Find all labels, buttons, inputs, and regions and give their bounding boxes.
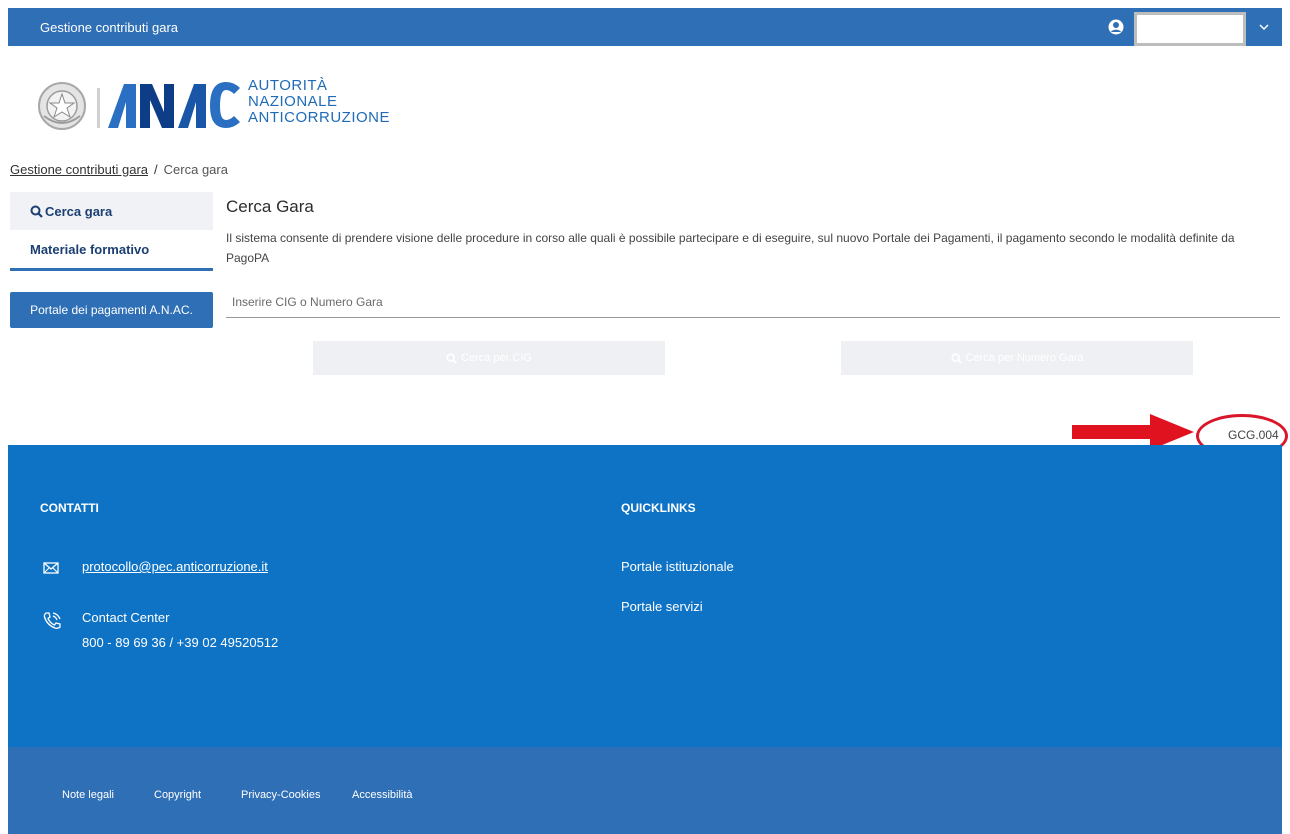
footer-quicklinks-title: QUICKLINKS: [621, 501, 696, 515]
footer-link-note-legali[interactable]: Note legali: [62, 789, 114, 801]
breadcrumb-root-link[interactable]: Gestione contributi gara: [10, 162, 148, 177]
mail-icon: [43, 562, 59, 574]
footer-contact-center: Contact Center: [82, 610, 170, 625]
portale-pagamenti-button[interactable]: Portale dei pagamenti A.N.AC.: [10, 292, 213, 328]
logo-line-2: NAZIONALE: [248, 93, 338, 110]
page-description: Il sistema consente di prendere visione …: [226, 231, 1235, 265]
chevron-down-icon[interactable]: [1258, 21, 1270, 33]
footer-link-copyright[interactable]: Copyright: [154, 789, 201, 801]
sidebar-menu: Cerca gara Materiale formativo: [10, 192, 213, 271]
footer-email-link[interactable]: protocollo@pec.anticorruzione.it: [82, 559, 268, 574]
sidebar-item-label: Cerca gara: [45, 203, 113, 219]
button-label: Cerca per Numero Gara: [965, 352, 1084, 364]
footer-link-portale-istituzionale[interactable]: Portale istituzionale: [621, 559, 734, 574]
search-input[interactable]: [226, 286, 1280, 318]
cerca-per-cig-button[interactable]: Cerca per CIG: [313, 341, 665, 375]
search-icon: [30, 205, 43, 218]
user-menu-button[interactable]: [1134, 12, 1246, 46]
anac-logo[interactable]: AUTORITÀ NAZIONALE ANTICORRUZIONE: [36, 72, 456, 142]
footer-link-privacy-cookies[interactable]: Privacy-Cookies: [241, 789, 320, 801]
footer-bottom-bar: Note legali Copyright Privacy-Cookies Ac…: [8, 747, 1282, 834]
anac-text: AUTORITÀ NAZIONALE ANTICORRUZIONE: [248, 78, 390, 126]
sidebar-item-label: Materiale formativo: [30, 241, 150, 257]
button-label: Cerca per CIG: [461, 352, 532, 364]
page-code: GCG.004: [1228, 428, 1279, 442]
logo-line-1: AUTORITÀ: [248, 77, 328, 94]
footer-link-accessibilita[interactable]: Accessibilità: [352, 789, 413, 801]
user-circle-icon[interactable]: [1108, 19, 1124, 35]
logo-line-3: ANTICORRUZIONE: [248, 109, 390, 126]
top-bar: Gestione contributi gara: [8, 8, 1282, 46]
app-title[interactable]: Gestione contributi gara: [40, 20, 178, 35]
anac-wordmark-icon: [108, 82, 240, 128]
search-icon: [446, 352, 457, 364]
footer-link-portale-servizi[interactable]: Portale servizi: [621, 599, 703, 614]
sidebar-item-materiale-formativo[interactable]: Materiale formativo: [10, 230, 213, 268]
breadcrumb: Gestione contributi gara / Cerca gara: [10, 162, 228, 177]
footer: CONTATTI QUICKLINKS protocollo@pec.antic…: [8, 445, 1282, 747]
search-icon: [950, 352, 962, 364]
footer-contatti-title: CONTATTI: [40, 501, 99, 515]
sidebar-underline: [10, 268, 213, 271]
cerca-per-numero-gara-button[interactable]: Cerca per Numero Gara: [841, 341, 1193, 375]
breadcrumb-separator: /: [154, 162, 158, 177]
footer-phone-numbers: 800 - 89 69 36 / +39 02 49520512: [82, 635, 279, 650]
logo-separator: [97, 88, 100, 128]
emblem-icon: [38, 82, 86, 130]
page-title: Cerca Gara: [226, 197, 314, 216]
sidebar-item-cerca-gara[interactable]: Cerca gara: [10, 192, 213, 230]
breadcrumb-current: Cerca gara: [163, 162, 228, 177]
phone-icon: [43, 612, 61, 629]
